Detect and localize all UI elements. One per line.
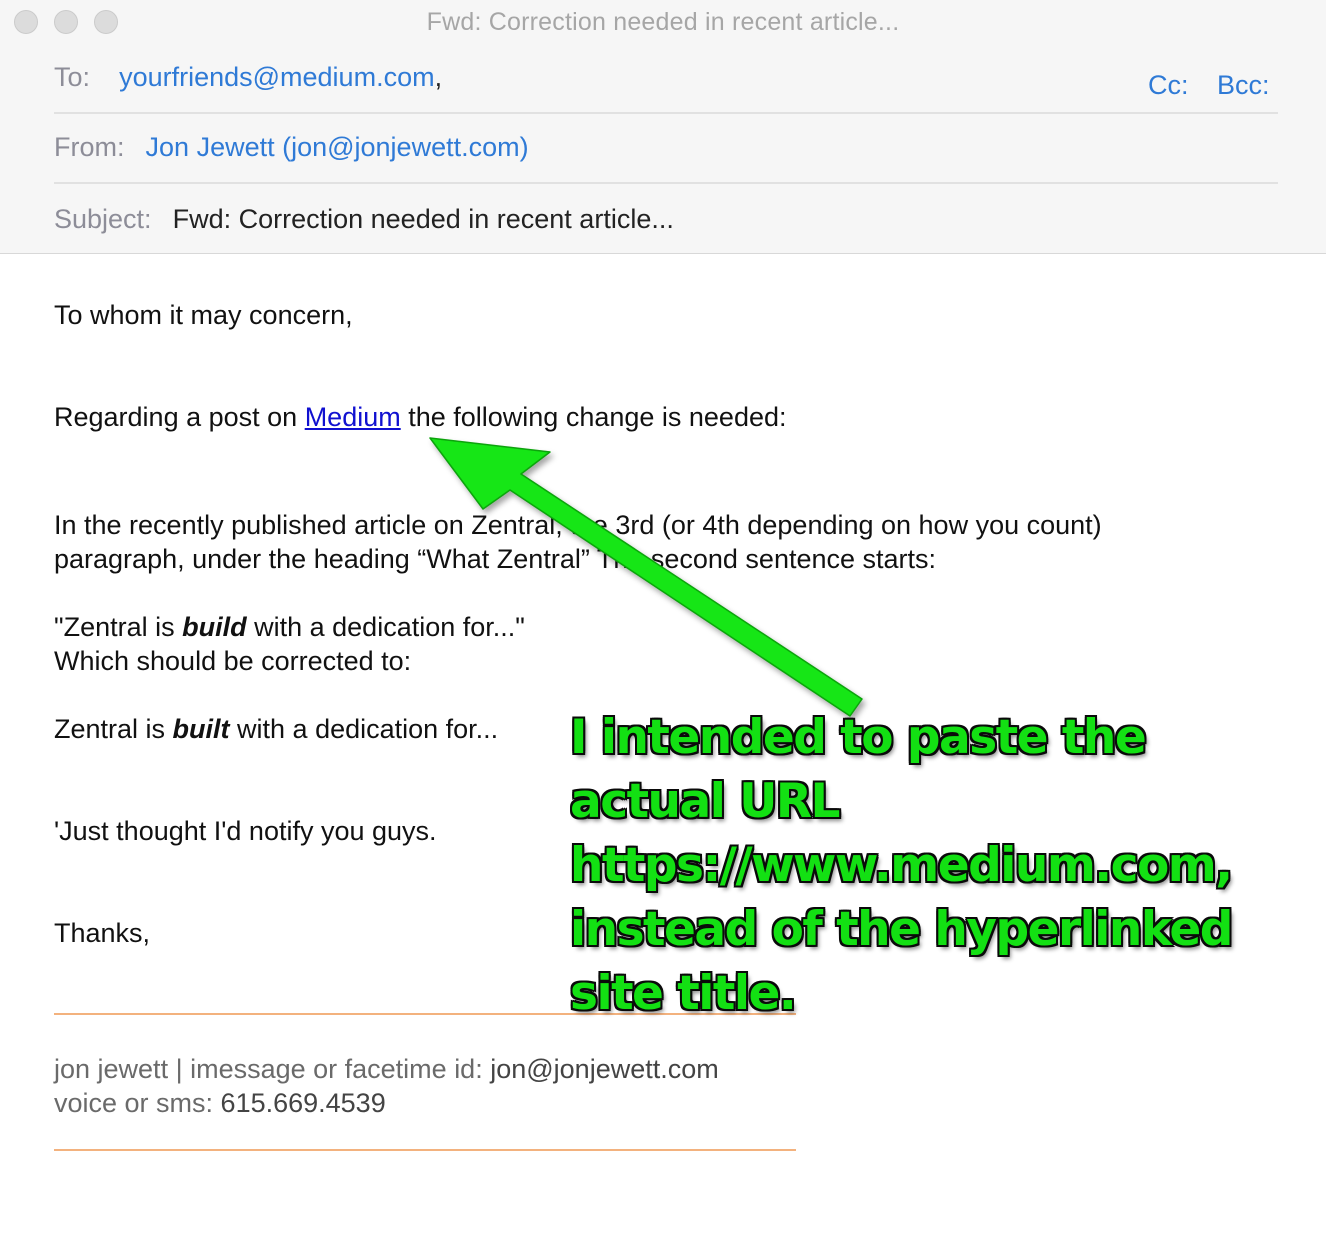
annotation-callout: I intended to paste the actual URL https…: [570, 710, 1233, 1021]
fix-pre: Zentral is: [54, 714, 173, 744]
from-row: From: Jon Jewett (jon@jonjewett.com): [54, 132, 1278, 163]
message-header: Fwd: Correction needed in recent article…: [0, 0, 1326, 254]
from-sender[interactable]: Jon Jewett (jon@jonjewett.com): [146, 132, 529, 162]
quote-pre: "Zentral is: [54, 612, 183, 642]
regarding-post: the following change is needed:: [400, 402, 787, 432]
greeting: To whom it may concern,: [54, 300, 353, 330]
correct-intro: Which should be corrected to:: [54, 646, 412, 676]
fix-post: with a dedication for...: [229, 714, 499, 744]
bcc-button[interactable]: Bcc:: [1217, 70, 1270, 101]
window-title: Fwd: Correction needed in recent article…: [426, 8, 900, 36]
medium-link[interactable]: Medium: [305, 402, 401, 432]
mail-window: Fwd: Correction needed in recent article…: [0, 0, 1326, 1260]
fix-line: Zentral is built with a dedication for..…: [54, 714, 498, 745]
to-row: To: yourfriends@medium.com,: [54, 62, 1278, 93]
to-recipient[interactable]: yourfriends@medium.com: [119, 62, 435, 92]
fix-bold: built: [172, 714, 230, 744]
signature-name: jon jewett | imessage or facetime id:: [54, 1054, 491, 1084]
signature-phone: 615.669.4539: [220, 1088, 386, 1118]
regarding-line: Regarding a post on Medium the following…: [54, 402, 787, 433]
header-divider: [54, 112, 1278, 114]
header-divider: [54, 182, 1278, 184]
quote-post: with a dedication for...": [246, 612, 525, 642]
signature-email: jon@jonjewett.com: [490, 1054, 719, 1084]
thanks-line: Thanks,: [54, 918, 151, 948]
to-label: To:: [54, 62, 91, 92]
quote-bold: build: [182, 612, 247, 642]
signature-voice-label: voice or sms:: [54, 1088, 221, 1118]
notify-line: 'Just thought I'd notify you guys.: [54, 816, 437, 846]
signature-line-1: jon jewett | imessage or facetime id: jo…: [54, 1054, 719, 1085]
from-label: From:: [54, 132, 125, 162]
cc-button[interactable]: Cc:: [1148, 70, 1189, 101]
paragraph-line-2: paragraph, under the heading “What Zentr…: [54, 544, 937, 574]
paragraph-line-1: In the recently published article on Zen…: [54, 510, 1102, 540]
signature-divider-bottom: [54, 1149, 796, 1151]
subject-label: Subject:: [54, 204, 152, 234]
signature-line-2: voice or sms: 615.669.4539: [54, 1088, 386, 1119]
regarding-pre: Regarding a post on: [54, 402, 305, 432]
subject-row: Subject: Fwd: Correction needed in recen…: [54, 204, 1278, 235]
to-separator: ,: [434, 62, 443, 92]
subject-value[interactable]: Fwd: Correction needed in recent article…: [173, 204, 674, 234]
quote-line: "Zentral is build with a dedication for.…: [54, 612, 525, 643]
